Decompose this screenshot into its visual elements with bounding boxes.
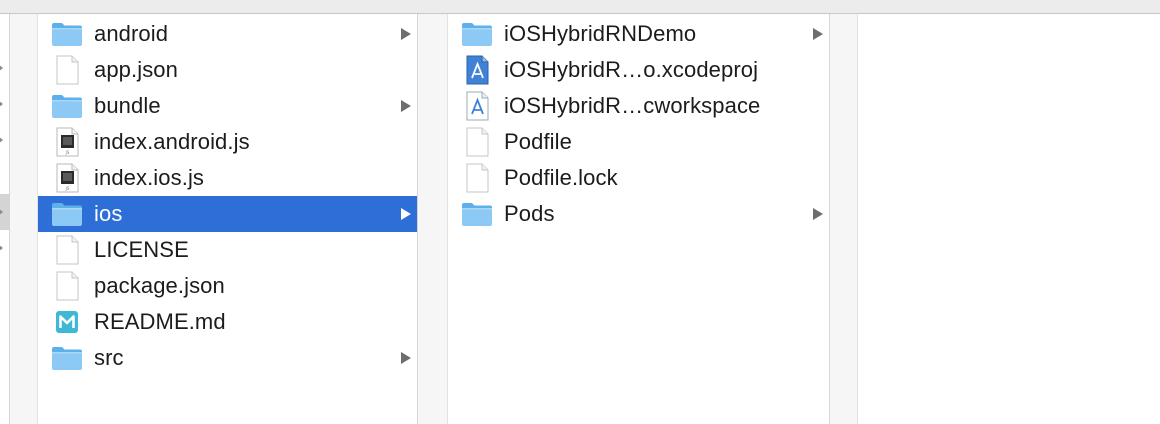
chevron-right-icon bbox=[0, 64, 3, 72]
file-name: ios bbox=[94, 201, 123, 226]
folder-icon bbox=[50, 19, 84, 49]
column-divider[interactable] bbox=[10, 14, 38, 424]
file-row[interactable]: app.json bbox=[38, 52, 417, 88]
column-empty bbox=[858, 14, 1160, 424]
file-name: README.md bbox=[94, 309, 226, 334]
file-name: Podfile.lock bbox=[504, 165, 618, 190]
file-name: iOSHybridRNDemo bbox=[504, 21, 697, 46]
finder-column-browser: android app.json bundle JS index.android.js J… bbox=[0, 0, 1160, 424]
xcworkspace-icon bbox=[460, 91, 494, 121]
document-icon bbox=[50, 271, 84, 301]
chevron-right-icon bbox=[0, 208, 3, 216]
file-name: bundle bbox=[94, 93, 161, 118]
folder-icon bbox=[460, 19, 494, 49]
column-divider[interactable] bbox=[830, 14, 858, 424]
document-icon bbox=[460, 163, 494, 193]
folder-icon bbox=[50, 91, 84, 121]
file-row[interactable]: JS index.android.js bbox=[38, 124, 417, 160]
file-row[interactable]: package.json bbox=[38, 268, 417, 304]
xcodeproj-icon bbox=[460, 55, 494, 85]
file-list: iOSHybridRNDemo iOSHybridR…o.xcodeproj iOS… bbox=[448, 16, 829, 232]
chevron-right-icon bbox=[813, 28, 823, 40]
folder-icon bbox=[50, 199, 84, 229]
file-name: src bbox=[94, 345, 124, 370]
file-row[interactable]: Pods bbox=[448, 196, 829, 232]
file-row[interactable]: ios bbox=[38, 196, 417, 232]
chevron-right-icon bbox=[0, 244, 3, 252]
file-row[interactable]: Podfile.lock bbox=[448, 160, 829, 196]
column-parent[interactable] bbox=[0, 14, 10, 424]
chevron-right-icon bbox=[813, 208, 823, 220]
folder-icon bbox=[50, 343, 84, 373]
chevron-right-icon bbox=[401, 100, 411, 112]
chevron-right-icon bbox=[0, 100, 3, 108]
column-ios[interactable]: iOSHybridRNDemo iOSHybridR…o.xcodeproj iOS… bbox=[448, 14, 830, 424]
file-row[interactable]: LICENSE bbox=[38, 232, 417, 268]
document-icon bbox=[50, 55, 84, 85]
file-name: LICENSE bbox=[94, 237, 189, 262]
file-name: iOSHybridR…cworkspace bbox=[504, 93, 761, 118]
file-row[interactable]: Podfile bbox=[448, 124, 829, 160]
markdown-icon bbox=[50, 307, 84, 337]
file-row[interactable]: src bbox=[38, 340, 417, 376]
js-file-icon: JS bbox=[50, 163, 84, 193]
chevron-right-icon bbox=[401, 352, 411, 364]
column-divider[interactable] bbox=[418, 14, 448, 424]
file-name: index.ios.js bbox=[94, 165, 205, 190]
folder-icon bbox=[460, 199, 494, 229]
document-icon bbox=[460, 127, 494, 157]
file-name: iOSHybridR…o.xcodeproj bbox=[504, 57, 759, 82]
file-row[interactable]: iOSHybridR…o.xcodeproj bbox=[448, 52, 829, 88]
file-name: Podfile bbox=[504, 129, 572, 154]
chevron-right-icon bbox=[401, 208, 411, 220]
file-name: app.json bbox=[94, 57, 178, 82]
file-row[interactable]: README.md bbox=[38, 304, 417, 340]
file-list: android app.json bundle JS index.android.js J… bbox=[38, 16, 417, 376]
file-name: android bbox=[94, 21, 169, 46]
file-row[interactable]: bundle bbox=[38, 88, 417, 124]
chevron-right-icon bbox=[0, 136, 3, 144]
file-row[interactable]: android bbox=[38, 16, 417, 52]
js-file-icon: JS bbox=[50, 127, 84, 157]
file-row[interactable]: iOSHybridR…cworkspace bbox=[448, 88, 829, 124]
file-name: index.android.js bbox=[94, 129, 250, 154]
svg-text:JS: JS bbox=[65, 150, 70, 155]
file-name: Pods bbox=[504, 201, 555, 226]
file-row[interactable]: iOSHybridRNDemo bbox=[448, 16, 829, 52]
file-row[interactable]: JS index.ios.js bbox=[38, 160, 417, 196]
document-icon bbox=[50, 235, 84, 265]
chevron-right-icon bbox=[401, 28, 411, 40]
column-project-root[interactable]: android app.json bundle JS index.android.js J… bbox=[38, 14, 418, 424]
file-name: package.json bbox=[94, 273, 225, 298]
window-top-edge bbox=[0, 0, 1160, 14]
svg-text:JS: JS bbox=[65, 186, 70, 191]
